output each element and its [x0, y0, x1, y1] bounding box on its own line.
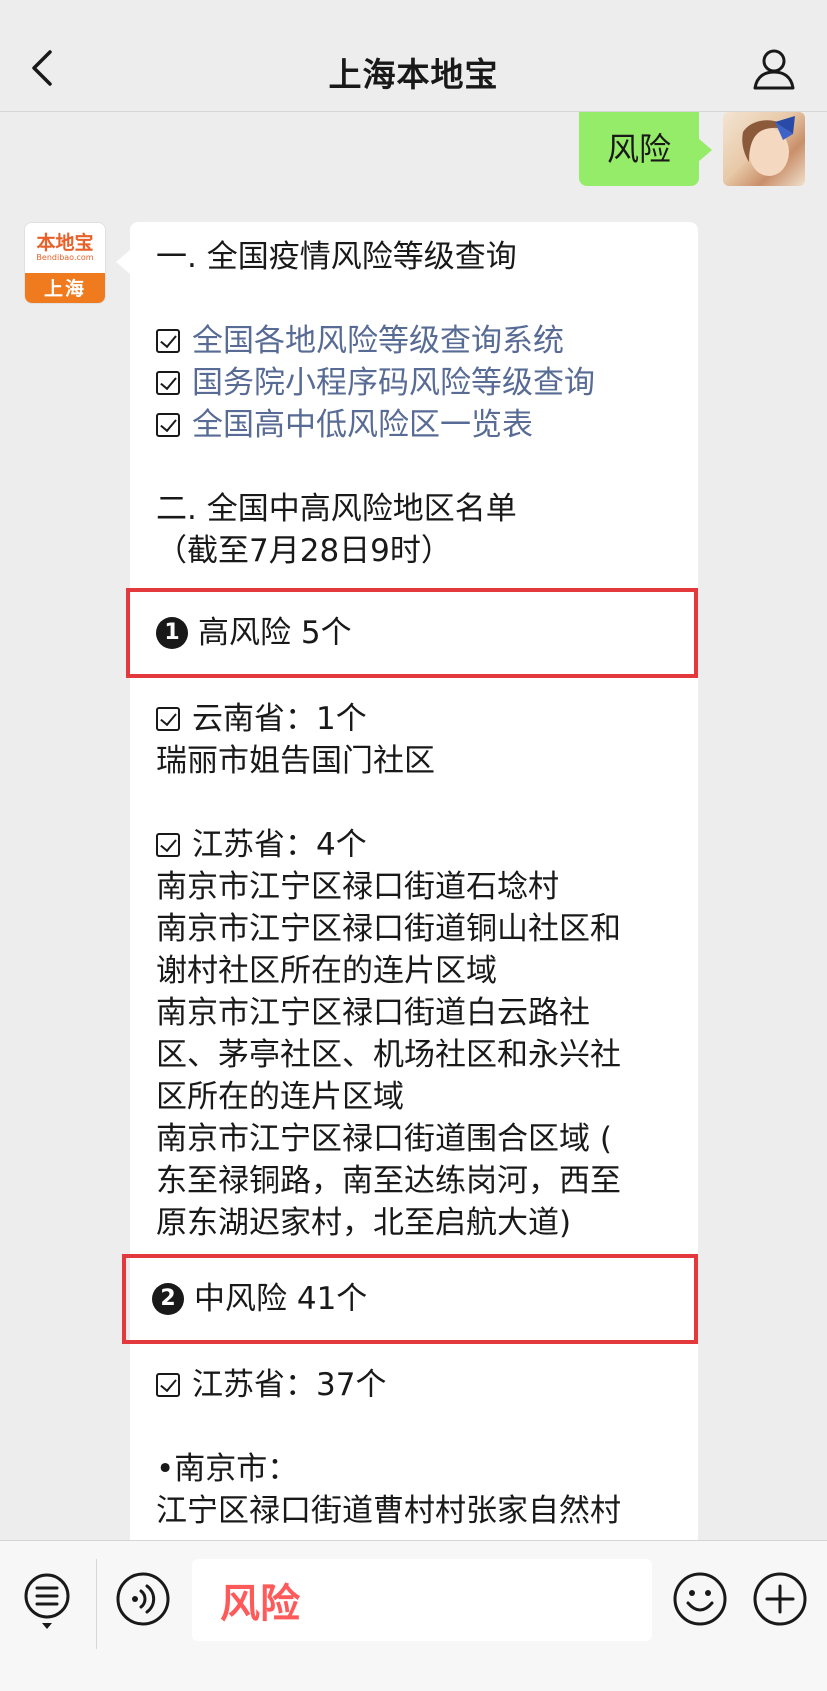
user-message-text: 风险 [606, 130, 671, 168]
high-risk-box: 1 高风险 5个 [126, 588, 698, 678]
high-risk-label: 高风险 5个 [198, 615, 352, 651]
number-one-icon: 1 [156, 617, 188, 649]
section1-title: 一. 全国疫情风险等级查询 [156, 239, 517, 275]
area-line: 原东湖迟家村，北至启航大道) [156, 1205, 572, 1241]
link-text[interactable]: 国务院小程序码风险等级查询 [192, 365, 595, 401]
user-avatar[interactable] [723, 112, 805, 186]
area-line: 东至禄铜路，南至达练岗河，西至 [156, 1163, 621, 1199]
section2-date: （截至7月28日9时） [156, 533, 452, 569]
link-text[interactable]: 全国各地风险等级查询系统 [192, 323, 564, 359]
number-two-icon: 2 [152, 1283, 184, 1315]
input-bar [0, 1540, 827, 1691]
area-line: 瑞丽市姐告国门社区 [156, 743, 435, 779]
link-item[interactable]: 国务院小程序码风险等级查询 [156, 362, 672, 404]
message-input[interactable] [192, 1559, 652, 1641]
bot-domain-text: Bendibao.com [36, 253, 94, 262]
emoji-button[interactable] [672, 1571, 728, 1627]
checkbox-icon [156, 371, 180, 395]
area-line: 区、茅亭社区、机场社区和永兴社 [156, 1037, 621, 1073]
province-header: 江苏省：4个 [156, 824, 672, 866]
divider [96, 1559, 97, 1649]
area-line: 南京市江宁区禄口街道石埝村 [156, 869, 559, 905]
voice-button[interactable] [115, 1571, 171, 1627]
emoji-icon [673, 1572, 727, 1626]
province-header: 江苏省：37个 [156, 1364, 672, 1406]
link-item[interactable]: 全国高中低风险区一览表 [156, 404, 672, 446]
checkbox-icon [156, 329, 180, 353]
profile-button[interactable] [749, 44, 799, 94]
bot-message-bubble: 一. 全国疫情风险等级查询 全国各地风险等级查询系统 国务院小程序码风险等级查询… [116, 222, 698, 1540]
mid-risk-box: 2 中风险 41个 [122, 1254, 698, 1344]
link-item[interactable]: 全国各地风险等级查询系统 [156, 320, 672, 362]
section2-title: 二. 全国中高风险地区名单 [156, 491, 517, 527]
area-line: 区所在的连片区域 [156, 1079, 404, 1115]
checkbox-icon [156, 833, 180, 857]
checkbox-icon [156, 707, 180, 731]
voice-icon [116, 1572, 170, 1626]
page-title: 上海本地宝 [328, 55, 499, 94]
bot-brand-text: 本地宝 [36, 232, 94, 254]
link-text[interactable]: 全国高中低风险区一览表 [192, 407, 533, 443]
plus-icon [753, 1572, 807, 1626]
checkbox-icon [156, 413, 180, 437]
area-line: 南京市江宁区禄口街道围合区域 ( [156, 1121, 612, 1157]
user-avatar-image [742, 116, 795, 176]
chat-area[interactable]: 风险 本地宝 Bendibao.com 上海 一. 全国疫情风险等级查询 全国各… [0, 112, 827, 1540]
menu-button[interactable] [22, 1571, 72, 1635]
area-line: 江宁区禄口街道曹村村张家自然村 [156, 1493, 621, 1529]
more-button[interactable] [752, 1571, 808, 1627]
menu-list-icon [24, 1573, 70, 1629]
area-line: 南京市江宁区禄口街道白云路社 [156, 995, 590, 1031]
checkbox-icon [156, 1373, 180, 1397]
area-line: 南京市江宁区禄口街道铜山社区和 [156, 911, 621, 947]
area-line: 谢村社区所在的连片区域 [156, 953, 497, 989]
user-message-bubble[interactable]: 风险 [578, 112, 713, 186]
province-header: 云南省：1个 [156, 698, 672, 740]
city-header: •南京市： [156, 1451, 299, 1487]
title-bar: 上海本地宝 [0, 0, 827, 112]
person-icon [753, 49, 795, 90]
bot-avatar[interactable]: 本地宝 Bendibao.com 上海 [24, 222, 106, 304]
mid-risk-label: 中风险 41个 [194, 1281, 368, 1317]
bot-city-text: 上海 [25, 273, 105, 303]
